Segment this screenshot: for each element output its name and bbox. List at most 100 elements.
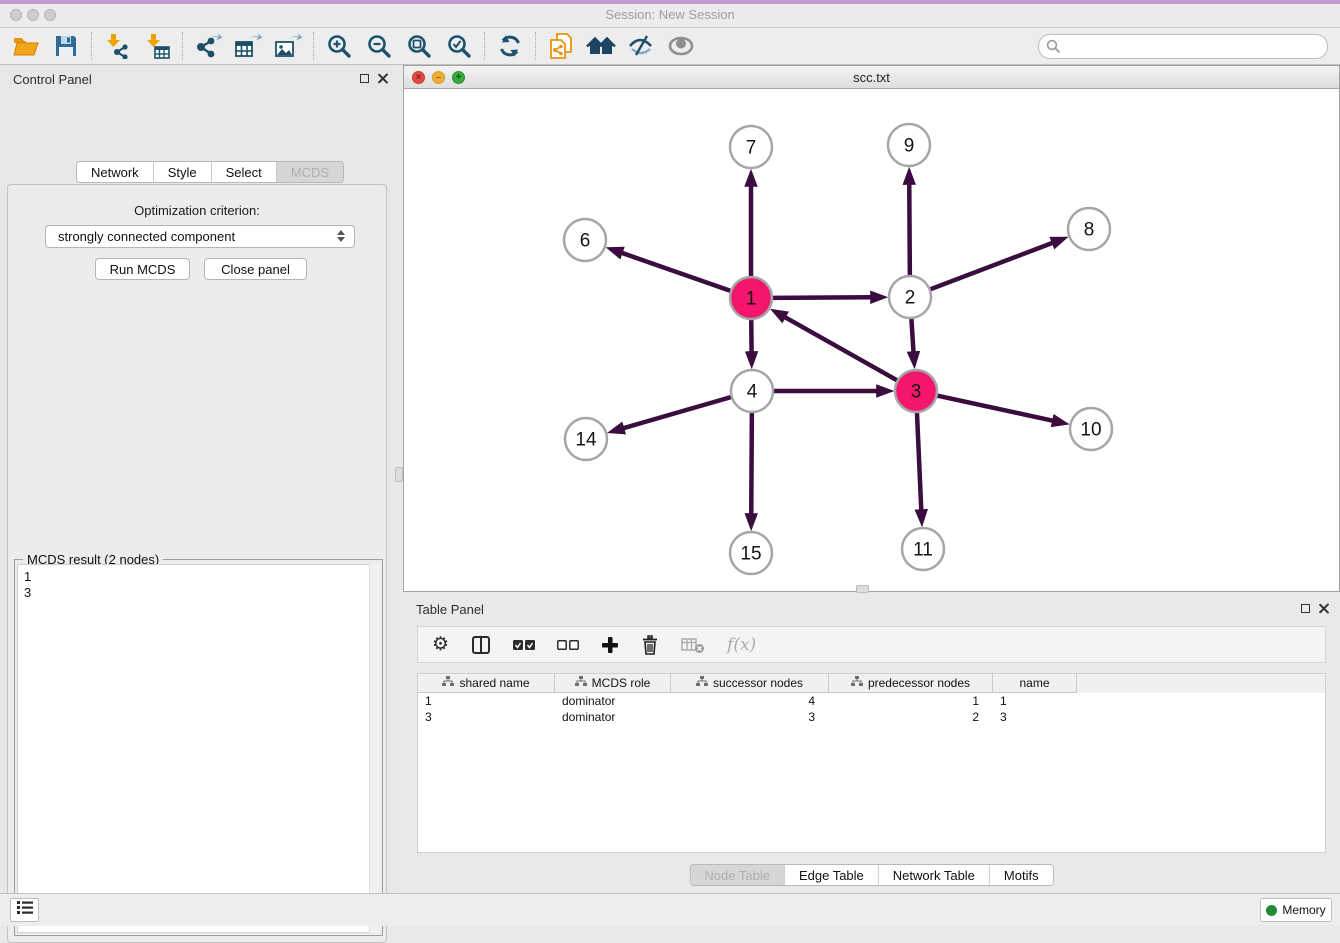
split-columns-icon[interactable] bbox=[471, 633, 491, 657]
column-header-label: shared name bbox=[459, 676, 529, 690]
delete-column-icon[interactable] bbox=[641, 633, 659, 657]
graph-node-label: 4 bbox=[747, 382, 758, 403]
window-accent-strip bbox=[0, 0, 1340, 4]
toolbar-separator bbox=[535, 32, 536, 60]
open-session-icon[interactable] bbox=[6, 30, 46, 62]
table-cell: 3 bbox=[418, 709, 555, 725]
shared-column-icon bbox=[575, 676, 587, 691]
tab-select[interactable]: Select bbox=[212, 162, 277, 182]
import-network-icon[interactable] bbox=[97, 30, 137, 62]
table-panel-title: Table Panel bbox=[416, 602, 484, 617]
network-window-title: scc.txt bbox=[404, 70, 1339, 85]
tab-edge-table[interactable]: Edge Table bbox=[785, 865, 879, 885]
result-scrollbar[interactable] bbox=[369, 564, 380, 933]
shared-column-icon bbox=[851, 676, 863, 691]
graph-edge[interactable] bbox=[917, 413, 921, 511]
refresh-layout-icon[interactable] bbox=[490, 30, 530, 62]
graph-edge[interactable] bbox=[773, 297, 872, 298]
graph-edge[interactable] bbox=[751, 413, 752, 515]
graph-edge[interactable] bbox=[909, 183, 910, 275]
column-header-label: name bbox=[1019, 676, 1049, 690]
run-mcds-button[interactable]: Run MCDS bbox=[95, 258, 190, 280]
save-session-icon[interactable] bbox=[46, 30, 86, 62]
close-panel-button[interactable]: Close panel bbox=[204, 258, 307, 280]
table-cell: 3 bbox=[671, 709, 829, 725]
gear-icon[interactable]: ⚙ bbox=[432, 633, 449, 657]
clone-network-icon[interactable] bbox=[541, 30, 581, 62]
network-window-titlebar[interactable]: × – + scc.txt bbox=[404, 66, 1339, 89]
graph-node-label: 6 bbox=[580, 231, 591, 252]
network-view-window: × – + scc.txt 7968124314101511 bbox=[403, 65, 1340, 592]
graph-edge[interactable] bbox=[931, 242, 1054, 289]
export-image-icon[interactable] bbox=[268, 30, 308, 62]
chevron-updown-icon bbox=[337, 230, 345, 242]
memory-button[interactable]: Memory bbox=[1260, 898, 1332, 922]
graph-edge[interactable] bbox=[623, 397, 731, 428]
column-header[interactable]: predecessor nodes bbox=[829, 674, 993, 693]
hide-details-icon[interactable] bbox=[621, 30, 661, 62]
window-titlebar: Session: New Session bbox=[0, 0, 1340, 28]
graph-node-label: 8 bbox=[1084, 220, 1095, 241]
graph-edge[interactable] bbox=[911, 319, 913, 353]
table-cell: 1 bbox=[418, 693, 555, 709]
toolbar-separator bbox=[91, 32, 92, 60]
tab-network[interactable]: Network bbox=[77, 162, 154, 182]
mcds-result-groupbox: MCDS result (2 nodes) 13 bbox=[14, 559, 383, 936]
search-input[interactable] bbox=[1038, 34, 1328, 59]
application-window: Session: New Session bbox=[0, 0, 1340, 926]
column-header[interactable]: name bbox=[993, 674, 1077, 693]
tab-network-table[interactable]: Network Table bbox=[879, 865, 990, 885]
show-details-icon[interactable] bbox=[661, 30, 701, 62]
table-cell: 1 bbox=[993, 693, 1077, 709]
network-canvas-svg[interactable]: 7968124314101511 bbox=[404, 89, 1339, 591]
column-header[interactable]: successor nodes bbox=[671, 674, 829, 693]
home-icon[interactable] bbox=[581, 30, 621, 62]
column-header-label: MCDS role bbox=[592, 676, 651, 690]
column-header-label: predecessor nodes bbox=[868, 676, 970, 690]
mcds-tab-content: Optimization criterion: strongly connect… bbox=[7, 184, 387, 943]
tab-motifs[interactable]: Motifs bbox=[990, 865, 1053, 885]
vertical-splitter-handle[interactable] bbox=[395, 467, 403, 482]
export-network-icon[interactable] bbox=[188, 30, 228, 62]
deselect-all-icon[interactable] bbox=[557, 633, 579, 657]
column-header-label: successor nodes bbox=[713, 676, 803, 690]
optimization-criterion-dropdown[interactable]: strongly connected component bbox=[45, 225, 355, 248]
float-panel-icon[interactable] bbox=[360, 74, 369, 83]
control-panel-tabs: Network Style Select MCDS bbox=[76, 161, 344, 183]
tab-style[interactable]: Style bbox=[154, 162, 212, 182]
node-table: shared name MCDS role successor nodes prede… bbox=[417, 673, 1326, 853]
graph-edge[interactable] bbox=[784, 317, 897, 381]
table-cell: 1 bbox=[829, 693, 993, 709]
function-builder-icon: f(x) bbox=[727, 633, 756, 657]
column-header[interactable]: shared name bbox=[418, 674, 555, 693]
zoom-out-icon[interactable] bbox=[359, 30, 399, 62]
zoom-in-icon[interactable] bbox=[319, 30, 359, 62]
control-panel-header: Control Panel bbox=[0, 65, 394, 93]
window-title: Session: New Session bbox=[0, 7, 1340, 22]
close-panel-icon[interactable] bbox=[377, 73, 388, 84]
list-icon bbox=[16, 900, 34, 920]
tab-node-table[interactable]: Node Table bbox=[690, 865, 785, 885]
mcds-result-list[interactable]: 13 bbox=[17, 564, 380, 933]
float-table-panel-icon[interactable] bbox=[1301, 604, 1310, 613]
add-column-icon[interactable] bbox=[601, 633, 619, 657]
select-all-icon[interactable] bbox=[513, 633, 535, 657]
table-row[interactable]: 1dominator411 bbox=[418, 693, 1325, 709]
table-panel-header: Table Panel bbox=[403, 595, 1340, 623]
zoom-selected-icon[interactable] bbox=[439, 30, 479, 62]
graph-edge[interactable] bbox=[937, 396, 1053, 421]
column-header[interactable]: MCDS role bbox=[555, 674, 671, 693]
export-table-icon[interactable] bbox=[228, 30, 268, 62]
close-table-panel-icon[interactable] bbox=[1318, 603, 1329, 614]
control-panel: Control Panel Network Style Select MCDS … bbox=[0, 65, 394, 893]
task-history-button[interactable] bbox=[10, 898, 39, 922]
graph-node-label: 11 bbox=[913, 540, 933, 561]
graph-edge[interactable] bbox=[621, 253, 730, 291]
horizontal-splitter-handle[interactable] bbox=[856, 585, 869, 593]
table-cell: dominator bbox=[555, 693, 671, 709]
tab-mcds[interactable]: MCDS bbox=[277, 162, 343, 182]
table-row[interactable]: 3dominator323 bbox=[418, 709, 1325, 725]
zoom-fit-icon[interactable] bbox=[399, 30, 439, 62]
node-table-header: shared name MCDS role successor nodes prede… bbox=[418, 674, 1325, 693]
import-table-icon[interactable] bbox=[137, 30, 177, 62]
